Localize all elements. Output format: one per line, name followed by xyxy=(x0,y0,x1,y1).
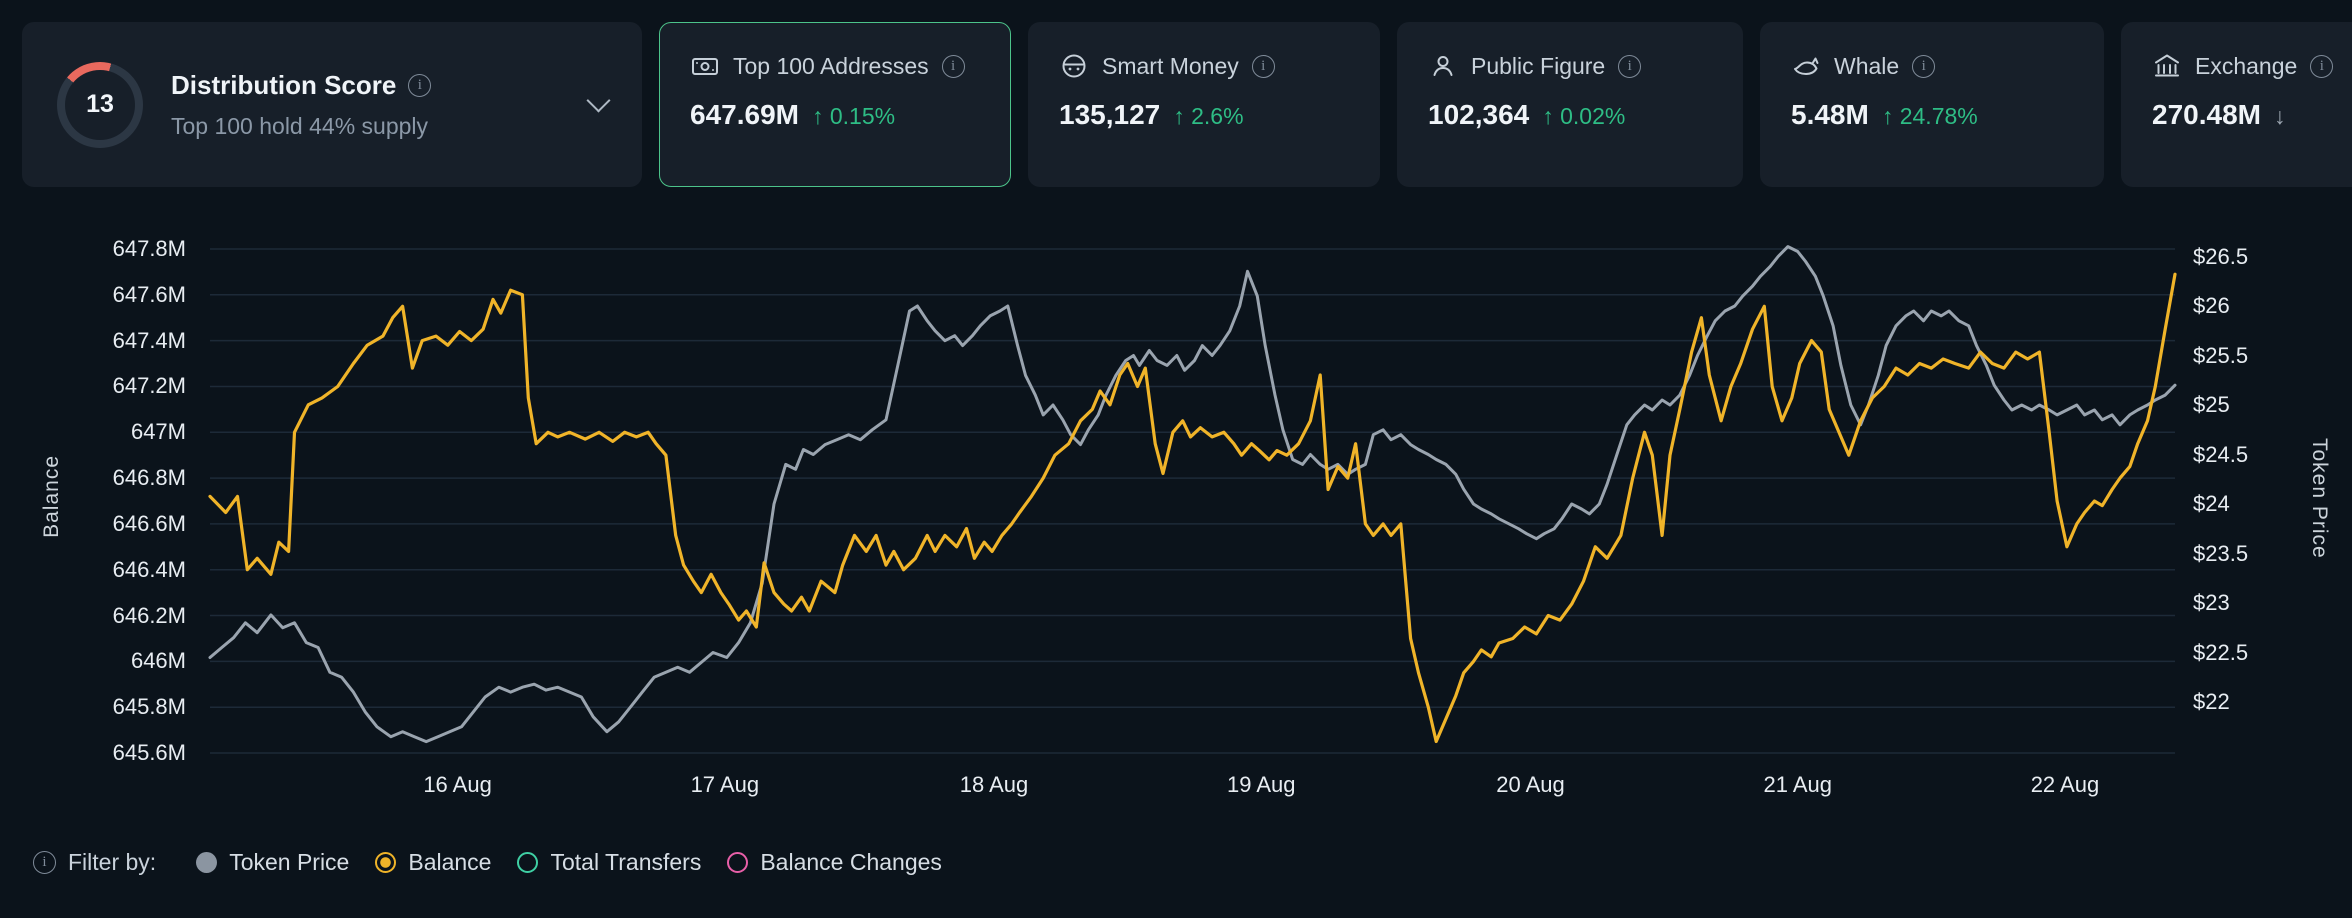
date-tick-label: 18 Aug xyxy=(924,772,1064,798)
metric-value: 102,364 xyxy=(1428,99,1529,131)
legend-item-label: Token Price xyxy=(229,849,349,876)
info-icon[interactable] xyxy=(408,74,431,97)
metric-value: 5.48M xyxy=(1791,99,1869,131)
metric-change: ↑ 2.6% xyxy=(1173,103,1243,130)
balance-changes-marker xyxy=(727,852,748,873)
info-icon xyxy=(33,851,56,874)
price-tick-label: $26 xyxy=(2193,293,2230,319)
exchange-bank-icon xyxy=(2152,51,2182,81)
metric-cards-row: 13 Distribution Score Top 100 hold 44% s… xyxy=(22,22,2352,187)
info-icon[interactable] xyxy=(1618,55,1641,78)
balance-tick-label: 645.6M xyxy=(0,740,186,766)
filter-legend: Filter by: Token Price Balance Total Tra… xyxy=(33,849,942,876)
whale-icon xyxy=(1791,51,1821,81)
metric-change: ↑ 24.78% xyxy=(1882,103,1978,130)
date-tick-label: 17 Aug xyxy=(655,772,795,798)
token-analytics-dashboard: 13 Distribution Score Top 100 hold 44% s… xyxy=(0,0,2352,918)
price-tick-label: $24 xyxy=(2193,491,2230,517)
balance-tick-label: 646.6M xyxy=(0,511,186,537)
public-figure-icon xyxy=(1428,51,1458,81)
card-exchange[interactable]: Exchange 270.48M ↓ xyxy=(2121,22,2352,187)
card-public-figure[interactable]: Public Figure 102,364 ↑ 0.02% xyxy=(1397,22,1743,187)
price-tick-label: $22.5 xyxy=(2193,640,2248,666)
legend-item-label: Balance xyxy=(408,849,491,876)
metric-value: 135,127 xyxy=(1059,99,1160,131)
legend-item-total-transfers[interactable]: Total Transfers xyxy=(517,849,701,876)
card-top-100-addresses[interactable]: Top 100 Addresses 647.69M ↑ 0.15% xyxy=(659,22,1011,187)
cash-icon xyxy=(690,51,720,81)
price-tick-label: $23 xyxy=(2193,590,2230,616)
info-icon[interactable] xyxy=(942,55,965,78)
distribution-score-card[interactable]: 13 Distribution Score Top 100 hold 44% s… xyxy=(22,22,642,187)
date-tick-label: 16 Aug xyxy=(388,772,528,798)
balance-tick-label: 645.8M xyxy=(0,694,186,720)
chart-svg[interactable] xyxy=(210,230,2175,775)
price-tick-label: $22 xyxy=(2193,689,2230,715)
chevron-down-icon[interactable] xyxy=(586,88,610,112)
distribution-score-title: Distribution Score xyxy=(171,70,396,101)
info-icon[interactable] xyxy=(1912,55,1935,78)
legend-item-token-price[interactable]: Token Price xyxy=(196,849,349,876)
date-tick-label: 19 Aug xyxy=(1191,772,1331,798)
metric-value: 270.48M xyxy=(2152,99,2261,131)
metric-label: Top 100 Addresses xyxy=(733,53,929,80)
smart-money-icon xyxy=(1059,51,1089,81)
price-tick-label: $24.5 xyxy=(2193,442,2248,468)
metric-label: Exchange xyxy=(2195,53,2297,80)
balance-tick-label: 647.4M xyxy=(0,328,186,354)
legend-item-label: Total Transfers xyxy=(550,849,701,876)
balance-tick-label: 647.8M xyxy=(0,236,186,262)
price-tick-label: $25 xyxy=(2193,392,2230,418)
distribution-score-value: 13 xyxy=(86,90,114,119)
date-tick-label: 20 Aug xyxy=(1460,772,1600,798)
info-icon[interactable] xyxy=(2310,55,2333,78)
distribution-score-subtitle: Top 100 hold 44% supply xyxy=(171,113,431,140)
legend-item-label: Balance Changes xyxy=(760,849,942,876)
right-axis-title: Token Price xyxy=(2307,438,2331,559)
distribution-score-gauge: 13 xyxy=(57,62,143,148)
price-tick-label: $25.5 xyxy=(2193,343,2248,369)
balance-tick-label: 646.8M xyxy=(0,465,186,491)
balance-tick-label: 647M xyxy=(0,419,186,445)
card-smart-money[interactable]: Smart Money 135,127 ↑ 2.6% xyxy=(1028,22,1380,187)
balance-tick-label: 646.4M xyxy=(0,557,186,583)
price-tick-label: $26.5 xyxy=(2193,244,2248,270)
balance-tick-label: 647.6M xyxy=(0,282,186,308)
gridlines xyxy=(210,249,2175,753)
card-whale[interactable]: Whale 5.48M ↑ 24.78% xyxy=(1760,22,2104,187)
date-tick-label: 22 Aug xyxy=(1995,772,2135,798)
metric-label: Smart Money xyxy=(1102,53,1239,80)
balance-marker xyxy=(375,852,396,873)
left-axis-title: Balance xyxy=(40,455,64,538)
metric-change: ↓ xyxy=(2274,103,2286,130)
token-price-marker xyxy=(196,852,217,873)
metric-label: Public Figure xyxy=(1471,53,1605,80)
balance-tick-label: 646.2M xyxy=(0,603,186,629)
date-tick-label: 21 Aug xyxy=(1728,772,1868,798)
price-line xyxy=(210,247,2175,742)
total-transfers-marker xyxy=(517,852,538,873)
legend-item-balance-changes[interactable]: Balance Changes xyxy=(727,849,942,876)
metric-value: 647.69M xyxy=(690,99,799,131)
distribution-score-text: Distribution Score Top 100 hold 44% supp… xyxy=(171,70,431,140)
metric-change: ↑ 0.02% xyxy=(1542,103,1625,130)
price-tick-label: $23.5 xyxy=(2193,541,2248,567)
metric-change: ↑ 0.15% xyxy=(812,103,895,130)
metric-label: Whale xyxy=(1834,53,1899,80)
balance-tick-label: 646M xyxy=(0,648,186,674)
balance-line xyxy=(210,274,2175,741)
legend-item-balance[interactable]: Balance xyxy=(375,849,491,876)
balance-tick-label: 647.2M xyxy=(0,373,186,399)
info-icon[interactable] xyxy=(1252,55,1275,78)
filter-by-label: Filter by: xyxy=(68,849,156,876)
